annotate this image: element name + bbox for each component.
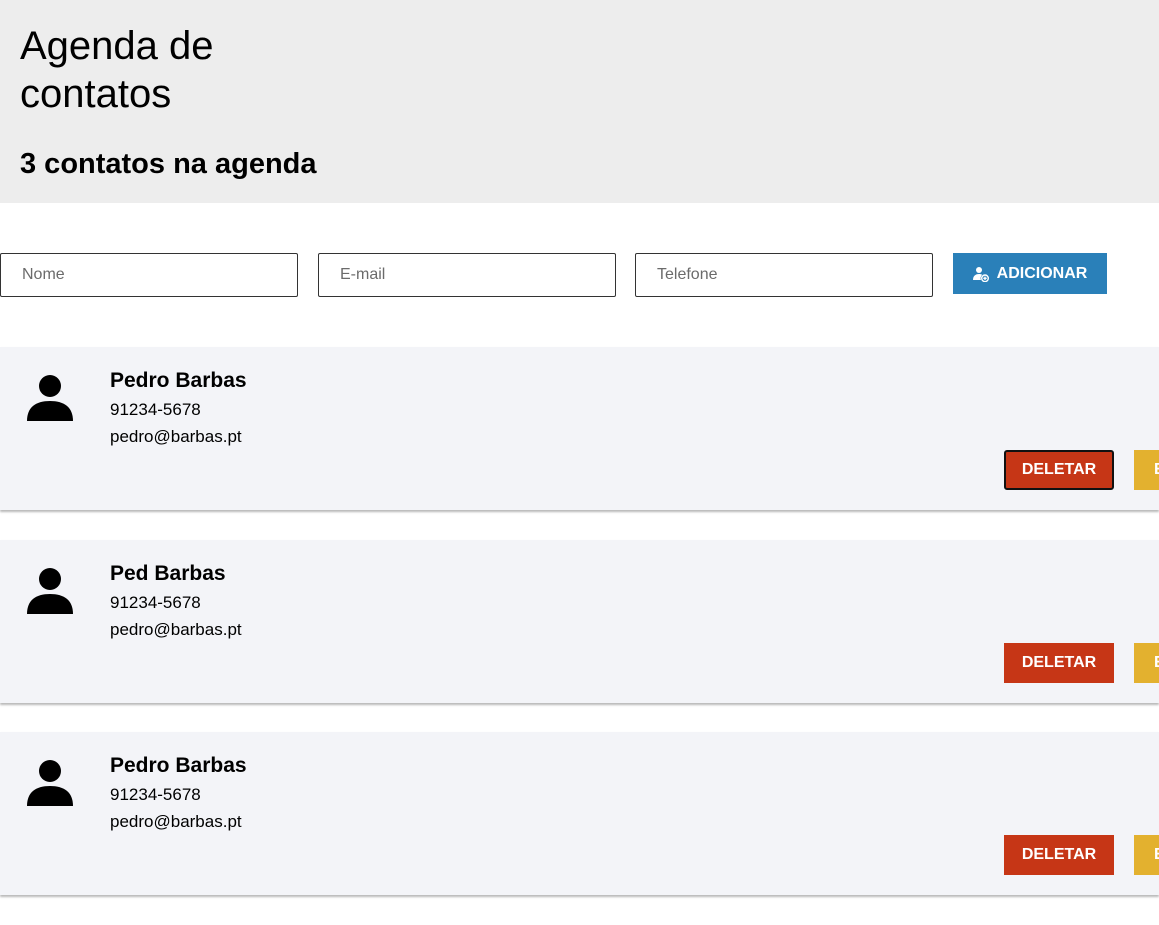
person-icon: [27, 375, 73, 421]
contact-email: pedro@barbas.pt: [110, 812, 242, 831]
contact-phone: 91234-5678: [110, 593, 201, 612]
contact-card: Ped Barbas 91234-5678 pedro@barbas.pt DE…: [0, 540, 1159, 703]
edit-button[interactable]: EDITAR: [1134, 643, 1159, 683]
contact-count: 3 contatos na agenda: [20, 148, 317, 180]
contact-email: pedro@barbas.pt: [110, 427, 242, 446]
edit-button[interactable]: EDITAR: [1134, 450, 1159, 490]
add-contact-button[interactable]: ADICIONAR: [953, 253, 1107, 294]
add-user-icon: [972, 266, 989, 282]
page-title: Agenda de contatos: [20, 24, 214, 116]
contact-name: Ped Barbas: [110, 562, 226, 585]
email-input[interactable]: [318, 253, 616, 297]
phone-input[interactable]: [635, 253, 933, 297]
add-button-label: ADICIONAR: [996, 264, 1088, 282]
person-icon: [27, 760, 73, 806]
name-input[interactable]: [0, 253, 298, 297]
delete-button[interactable]: DELETAR: [1004, 835, 1114, 875]
app-header: Agenda de contatos 3 contatos na agenda: [0, 0, 1159, 203]
contact-email: pedro@barbas.pt: [110, 620, 242, 639]
delete-button[interactable]: DELETAR: [1004, 643, 1114, 683]
edit-button[interactable]: EDITAR: [1134, 835, 1159, 875]
contact-phone: 91234-5678: [110, 785, 201, 804]
contact-card: Pedro Barbas 91234-5678 pedro@barbas.pt …: [0, 347, 1159, 510]
delete-button[interactable]: DELETAR: [1004, 450, 1114, 490]
contact-phone: 91234-5678: [110, 400, 201, 419]
contact-name: Pedro Barbas: [110, 754, 247, 777]
contact-card: Pedro Barbas 91234-5678 pedro@barbas.pt …: [0, 732, 1159, 895]
contact-name: Pedro Barbas: [110, 369, 247, 392]
person-icon: [27, 568, 73, 614]
